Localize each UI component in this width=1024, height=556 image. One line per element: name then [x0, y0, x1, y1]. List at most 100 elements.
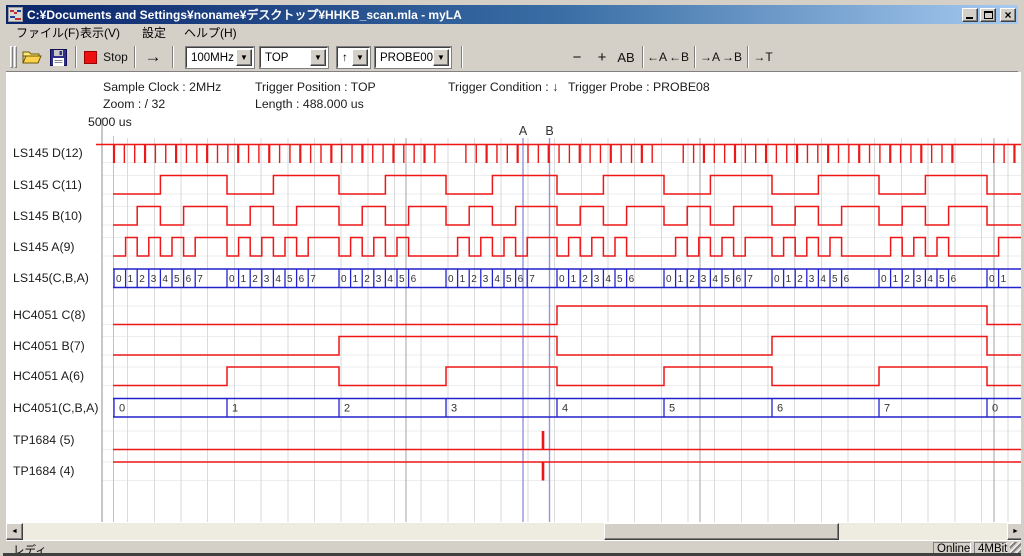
open-folder-icon — [22, 49, 42, 65]
trigger-probe-combo[interactable]: PROBE00 ▼ — [375, 47, 451, 68]
waveform-ls145-c-b-a-: 0123456701234567012345601234567012345601… — [113, 269, 1024, 288]
svg-text:3: 3 — [809, 274, 815, 285]
svg-text:6: 6 — [844, 274, 850, 285]
waveform-hc4051-a-6- — [113, 367, 1024, 386]
svg-text:2: 2 — [252, 274, 258, 285]
save-button[interactable] — [46, 45, 70, 69]
svg-text:3: 3 — [376, 274, 382, 285]
svg-text:0: 0 — [774, 274, 780, 285]
toolbar-separator — [134, 46, 136, 68]
zoom-in-button[interactable]: + — [592, 45, 612, 69]
svg-text:2: 2 — [582, 274, 588, 285]
app-window: C:¥Documents and Settings¥noname¥デスクトップ¥… — [0, 0, 1024, 556]
open-file-button[interactable] — [20, 45, 44, 69]
menu-view[interactable]: 表示(V) — [76, 25, 124, 41]
right-t-icon: →T — [753, 50, 772, 64]
svg-text:0: 0 — [229, 274, 235, 285]
svg-text:3: 3 — [701, 274, 707, 285]
svg-text:2: 2 — [364, 274, 370, 285]
svg-text:6: 6 — [518, 274, 524, 285]
svg-text:1: 1 — [460, 274, 466, 285]
menu-help[interactable]: ヘルプ(H) — [180, 25, 241, 41]
zoom-out-button[interactable]: − — [567, 45, 587, 69]
svg-text:6: 6 — [629, 274, 635, 285]
svg-text:3: 3 — [594, 274, 600, 285]
menu-file[interactable]: ファイル(F) — [12, 25, 83, 41]
svg-text:5: 5 — [174, 274, 180, 285]
svg-text:2: 2 — [471, 274, 477, 285]
svg-text:5: 5 — [506, 274, 512, 285]
svg-text:6: 6 — [736, 274, 742, 285]
trigger-position-value: TOP — [265, 50, 288, 66]
title-bar[interactable]: C:¥Documents and Settings¥noname¥デスクトップ¥… — [6, 5, 1018, 24]
floppy-icon — [50, 49, 67, 66]
right-a-icon: →A — [700, 50, 720, 64]
svg-text:1: 1 — [232, 403, 238, 415]
stop-button[interactable]: Stop — [83, 45, 129, 69]
toolbar-separator — [75, 46, 77, 68]
scroll-right-button[interactable]: ► — [1007, 523, 1024, 540]
svg-text:1: 1 — [678, 274, 684, 285]
svg-text:7: 7 — [310, 274, 316, 285]
toolbar-grip[interactable] — [461, 46, 463, 68]
chevron-down-icon[interactable]: ▼ — [352, 49, 368, 66]
chevron-down-icon[interactable]: ▼ — [433, 49, 449, 66]
menu-bar: ファイル(F) 表示(V) 設定 ヘルプ(H) — [6, 24, 1018, 42]
svg-text:4: 4 — [605, 274, 611, 285]
waveform-hc4051-b-7- — [113, 337, 1024, 356]
goto-marker-b-left-button[interactable]: ←B — [668, 45, 690, 69]
svg-text:5: 5 — [832, 274, 838, 285]
goto-marker-b-right-button[interactable]: →B — [721, 45, 743, 69]
svg-text:4: 4 — [927, 274, 933, 285]
toolbar-grip[interactable] — [14, 46, 17, 68]
close-icon: × — [1001, 8, 1015, 22]
toolbar-grip[interactable] — [10, 46, 13, 68]
svg-text:0: 0 — [341, 274, 347, 285]
waveform-plot[interactable]: AB01234567012345670123456012345670123456… — [6, 72, 1024, 523]
svg-text:2: 2 — [344, 403, 350, 415]
sample-clock-combo[interactable]: 100MHz ▼ — [186, 47, 254, 68]
run-button[interactable]: → — [140, 45, 166, 69]
plus-icon: + — [598, 49, 607, 66]
waveform-ls145-a-9- — [113, 238, 1024, 257]
scrollbar-thumb[interactable] — [604, 523, 839, 540]
minimize-button[interactable] — [962, 8, 978, 22]
menu-settings[interactable]: 設定 — [138, 25, 170, 41]
svg-text:6: 6 — [411, 274, 417, 285]
horizontal-scrollbar[interactable]: ◄ ► — [6, 523, 1024, 540]
svg-text:1: 1 — [128, 274, 134, 285]
goto-marker-a-right-button[interactable]: →A — [699, 45, 721, 69]
waveform-tp1684-4- — [113, 462, 1024, 481]
svg-text:0: 0 — [992, 403, 998, 415]
waveform-ls145-c-11- — [113, 176, 1024, 195]
minimize-icon — [966, 17, 973, 19]
scroll-left-button[interactable]: ◄ — [6, 523, 23, 540]
svg-text:0: 0 — [448, 274, 454, 285]
waveform-tp1684-5- — [113, 431, 1024, 450]
trigger-position-combo[interactable]: TOP ▼ — [260, 47, 328, 68]
stop-icon — [84, 51, 97, 64]
goto-marker-a-left-button[interactable]: ←A — [646, 45, 668, 69]
goto-trigger-button[interactable]: →T — [752, 45, 774, 69]
svg-text:4: 4 — [387, 274, 393, 285]
svg-text:3: 3 — [264, 274, 270, 285]
svg-text:0: 0 — [559, 274, 565, 285]
maximize-button[interactable] — [980, 8, 996, 22]
trigger-edge-combo[interactable]: ↑ ▼ — [337, 47, 370, 68]
zoom-ab-button[interactable]: AB — [613, 45, 639, 69]
svg-text:7: 7 — [197, 274, 203, 285]
window-title: C:¥Documents and Settings¥noname¥デスクトップ¥… — [27, 6, 960, 23]
chevron-down-icon[interactable]: ▼ — [310, 49, 326, 66]
svg-text:2: 2 — [797, 274, 803, 285]
trigger-probe-value: PROBE00 — [380, 50, 433, 66]
close-button[interactable]: × — [1000, 8, 1016, 22]
toolbar-separator — [642, 46, 644, 68]
waveform-area[interactable]: Sample Clock : 2MHz Trigger Position : T… — [6, 72, 1024, 523]
chevron-down-icon[interactable]: ▼ — [236, 49, 252, 66]
run-arrow-icon: → — [145, 47, 162, 67]
left-a-icon: ←A — [647, 50, 667, 64]
svg-text:4: 4 — [712, 274, 718, 285]
app-icon — [8, 7, 23, 22]
toolbar-separator — [747, 46, 749, 68]
minus-icon: − — [573, 49, 582, 66]
